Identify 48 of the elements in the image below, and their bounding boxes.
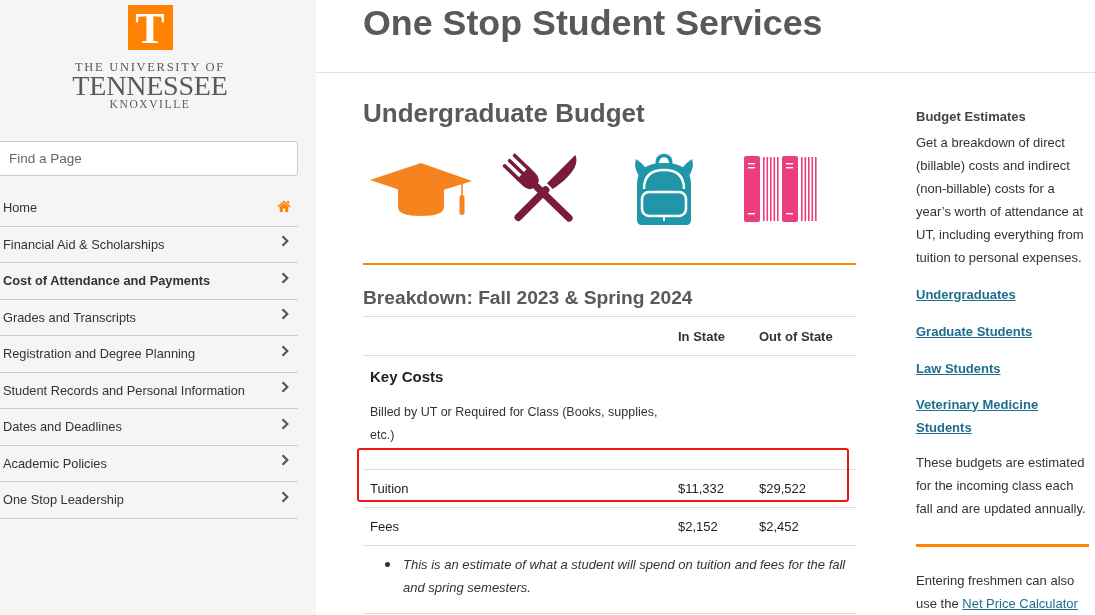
logo-subtitle: KNOXVILLE <box>109 98 191 110</box>
chevron-right-icon <box>281 417 289 430</box>
table-cell-text: $29,522 <box>758 480 807 496</box>
column-header: In State <box>677 328 726 344</box>
logo-wordmark: TENNESSEE <box>72 74 228 98</box>
home-icon <box>277 200 291 213</box>
chevron-right-icon <box>281 308 289 321</box>
calculator-link[interactable]: Net Price Calculator <box>962 595 1078 611</box>
table-cell-text: $2,452 <box>758 518 800 534</box>
table-cell-text: Fees <box>369 518 400 534</box>
nav-item[interactable]: One Stop Leadership <box>0 482 298 519</box>
page-title: One Stop Student Services <box>362 2 824 45</box>
graduation-cap-icon <box>370 161 472 217</box>
footnote-text: This is an estimate of what a student will spend on tuition and fees for the fall and spring semesters. <box>403 556 846 597</box>
nav-item[interactable]: Cost of Attendance and Payments <box>0 263 298 300</box>
chevron-right-icon <box>281 490 289 503</box>
chevron-right-icon <box>281 381 289 394</box>
column-header: Out of State <box>758 328 834 344</box>
bullet-icon <box>385 562 390 567</box>
chevron-right-icon <box>281 271 289 284</box>
search-field[interactable]: Find a Page <box>0 141 298 176</box>
section-title: Undergraduate Budget <box>363 97 646 129</box>
table-cell-text: $11,332 <box>677 480 726 496</box>
budget-link[interactable]: Graduate Students <box>916 319 1033 343</box>
row-heading: Key Costs <box>369 367 445 386</box>
nav-item[interactable]: Dates and Deadlines <box>0 409 298 446</box>
chevron-right-icon <box>281 344 289 357</box>
budget-link[interactable]: Law Students <box>916 356 1001 380</box>
books-icon <box>744 156 818 222</box>
nav-item[interactable]: Financial Aid & Scholarships <box>0 226 298 263</box>
chevron-right-icon <box>281 235 289 248</box>
chevron-right-icon <box>281 454 289 467</box>
budget-link[interactable]: Undergraduates <box>916 282 1016 306</box>
row-note: Billed by UT or Required for Class (Books, supplies, etc.) <box>370 404 659 444</box>
nav-item[interactable]: Grades and Transcripts <box>0 299 298 336</box>
aside-text: Entering freshmen can also use the Net Price Calculator <box>916 571 1079 613</box>
nav-item[interactable]: Home <box>0 190 298 227</box>
table-cell-text: $2,152 <box>677 518 719 534</box>
aside-text: These budgets are estimated for the incoming class each fall and are updated annually. <box>916 453 1087 518</box>
budget-link[interactable]: Veterinary Medicine Students <box>916 392 1089 439</box>
aside-text: Get a breakdown of direct (billable) costs and indirect (non-billable) costs for a year’s worth of attendance at UT, including everything from tuition to personal expenses. <box>916 133 1085 267</box>
nav-item[interactable]: Registration and Degree Planning <box>0 336 298 373</box>
nav-item[interactable]: Academic Policies <box>0 445 298 482</box>
nav-item[interactable]: Student Records and Personal Information <box>0 372 298 409</box>
table-title: Breakdown: Fall 2023 & Spring 2024 <box>363 285 856 317</box>
table-cell-text: Tuition <box>369 480 410 496</box>
logo-caption: THE UNIVERSITY OF <box>75 60 225 74</box>
aside-heading: Budget Estimates <box>916 108 1027 126</box>
